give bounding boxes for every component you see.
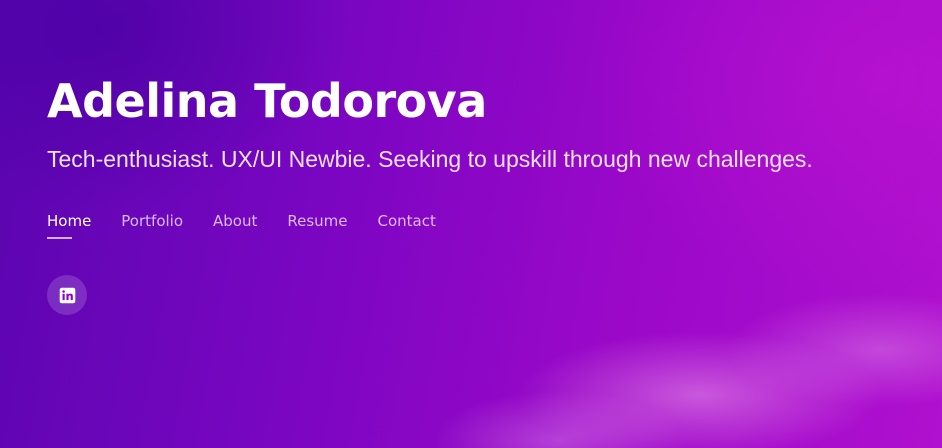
tagline: Tech-enthusiast. UX/UI Newbie. Seeking t… — [47, 146, 813, 172]
main-nav: Home Portfolio About Resume Contact — [47, 212, 466, 239]
nav-item-contact[interactable]: Contact — [378, 212, 436, 230]
nav-item-home[interactable]: Home — [47, 212, 91, 239]
nav-item-portfolio[interactable]: Portfolio — [121, 212, 183, 230]
nav-item-about[interactable]: About — [213, 212, 257, 230]
page-title: Adelina Todorova — [47, 74, 487, 128]
linkedin-button[interactable] — [47, 275, 87, 315]
nav-item-resume[interactable]: Resume — [287, 212, 347, 230]
linkedin-icon — [59, 287, 75, 303]
